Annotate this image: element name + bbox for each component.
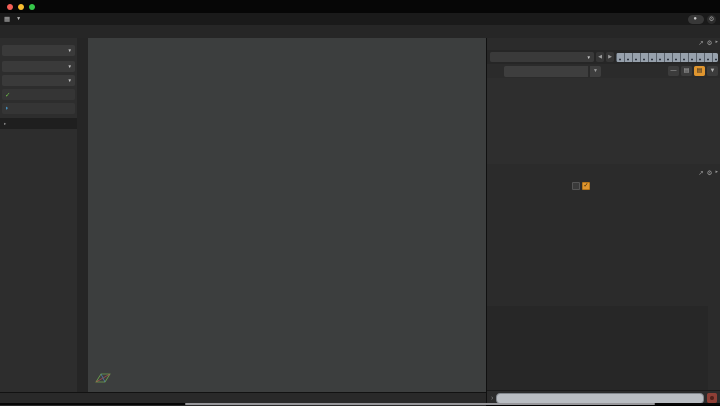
chevron-down-icon: ▼ (67, 48, 72, 53)
add-operator-button[interactable] (504, 65, 588, 77)
chevron-down-icon: ▼ (67, 64, 72, 69)
prev-mesh-button[interactable]: ◀ (596, 52, 604, 62)
enable-channel-box[interactable] (572, 182, 580, 190)
mesh-ops-tree (487, 78, 720, 164)
gear-icon[interactable]: ⚙ (707, 14, 716, 24)
properties-panel: ↗ ⚙ ▸ ✓ (487, 168, 720, 306)
chevron-down-icon: ▼ (16, 16, 22, 22)
sidebar-vertical-tabs (77, 38, 88, 392)
chevron-right-icon[interactable]: ▸ (715, 169, 718, 177)
gear-icon[interactable]: ⚙ (707, 39, 713, 47)
filter-funnel-icon[interactable]: ▼ (707, 66, 718, 76)
check-icon: ✓ (5, 91, 11, 99)
properties-tab-icons: ↗ ⚙ ▸ (698, 169, 718, 177)
snaps-and-precision-button[interactable]: ✓ (2, 89, 75, 100)
list-view-icon[interactable]: ▤ (681, 66, 692, 76)
next-mesh-button[interactable]: ▶ (606, 52, 614, 62)
close-window-button[interactable] (7, 3, 13, 10)
enable-row: ✓ (572, 181, 709, 191)
item-menu-dropdown[interactable]: ▼ (2, 45, 75, 56)
only-button[interactable]: ● (688, 14, 704, 24)
chevron-down-icon: ▼ (586, 54, 591, 60)
main-toolbar (0, 25, 720, 39)
lock-icon: ● (693, 15, 697, 22)
layouts-icon: ▦ (4, 16, 11, 23)
gear-icon[interactable]: ⚙ (707, 169, 713, 177)
3d-viewport[interactable] (88, 38, 486, 392)
collapse-icon[interactable]: — (668, 66, 679, 76)
right-panel-tab-icons: ↗ ⚙ ▸ (698, 39, 718, 47)
empty-panel-area (487, 306, 708, 390)
primitive-row-2 (0, 40, 77, 42)
layout-switcher[interactable]: ▦ ▼ (4, 14, 21, 24)
popout-icon[interactable]: ↗ (698, 39, 703, 47)
layout-bar-right: ● ⚙ (688, 14, 716, 24)
right-panel: ↗ ⚙ ▸ ▼ ◀ ▶ ▼ — ▤ ▤ ▼ ↗ ⚙ ▸ ✓ › (486, 38, 720, 405)
add-operator-arrow[interactable]: ▼ (589, 65, 601, 77)
popout-icon[interactable]: ↗ (698, 169, 703, 177)
macos-titlebar (0, 0, 720, 13)
layer-thumbnail-strip[interactable] (616, 52, 718, 62)
mesh-constraints-button[interactable]: ◗ (2, 103, 75, 114)
brake-disc-wireframe[interactable] (88, 50, 486, 392)
center-selected-dropdown[interactable]: ▼ (2, 75, 75, 86)
mesh-selector-dropdown[interactable]: ▼ (490, 52, 594, 62)
chevron-right-icon[interactable]: ▸ (715, 39, 718, 47)
properties-form: ✓ (487, 179, 709, 191)
add-operator-row: ▼ — ▤ ▤ ▼ (487, 64, 720, 78)
command-input[interactable] (496, 392, 704, 404)
tool-sidebar: ▼ ▼ ▼ ✓ ◗ ▸ (0, 38, 78, 392)
workplane-axis-icon (95, 373, 111, 383)
command-caret-icon: › (491, 394, 494, 402)
solo-view-icon[interactable]: ▤ (694, 66, 705, 76)
magnet-icon: ◗ (5, 105, 9, 112)
mesh-selector-row: ▼ ◀ ▶ (487, 50, 720, 64)
chevron-down-icon: ▼ (67, 78, 72, 83)
more-transforms-dropdown[interactable]: ▼ (2, 61, 75, 72)
zoom-window-button[interactable] (29, 3, 35, 10)
tree-view-icons: — ▤ ▤ ▼ (668, 66, 718, 76)
transform-row (0, 56, 77, 58)
chevron-right-icon: ▸ (4, 120, 7, 126)
command-history-button[interactable] (707, 393, 717, 403)
enable-checkbox[interactable]: ✓ (582, 182, 590, 190)
minimize-window-button[interactable] (18, 3, 24, 10)
add-geometry-header[interactable]: ▸ (0, 118, 77, 129)
